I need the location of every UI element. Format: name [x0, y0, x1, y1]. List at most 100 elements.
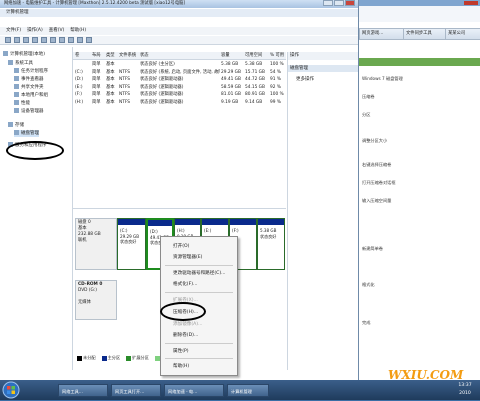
col-pct[interactable]: % 可用: [270, 52, 284, 59]
actions-section-disk-management[interactable]: 磁盘管理: [288, 65, 358, 72]
col-fs[interactable]: 文件系统: [119, 52, 136, 59]
device-icon: [14, 108, 19, 113]
tree-item-event-viewer[interactable]: 事件查看器: [14, 76, 44, 83]
tree-item-task-scheduler[interactable]: 任务计划程序: [14, 68, 48, 75]
tree-item-system-tools[interactable]: 系统工具: [8, 60, 33, 67]
menu-help[interactable]: 帮助(H): [70, 27, 86, 35]
background-green-bar: [358, 58, 480, 66]
tree-item-disk-management[interactable]: 磁盘管理: [14, 130, 39, 137]
volume-row[interactable]: (E:) 简单 基本 NTFS 状态良好 (逻辑驱动器) 58.59 GB 54…: [73, 84, 286, 92]
taskbar-app-2[interactable]: 网页工具打开…: [111, 384, 161, 397]
back-icon[interactable]: [5, 37, 11, 43]
tree-item-shared-folders[interactable]: 共享文件夹: [14, 84, 44, 91]
settings-icon[interactable]: [86, 37, 92, 43]
minimize-button[interactable]: [323, 0, 333, 6]
cdrom-label[interactable]: CD-ROM 0 DVD (G:) 无媒体: [75, 280, 117, 320]
browser-tab-3[interactable]: 某某公司: [445, 28, 480, 40]
menu-item-explore[interactable]: 资源管理器(E): [173, 254, 202, 260]
volume-free: 44.72 GB: [245, 77, 265, 82]
tree-root[interactable]: 计算机管理(本地): [3, 51, 45, 58]
tree-item-performance[interactable]: 性能: [14, 100, 30, 107]
tree-label: 任务计划程序: [21, 69, 48, 74]
taskbar-app-3[interactable]: 网络加速 - 电…: [164, 384, 224, 397]
volume-status: 状态良好 (逻辑驱动器): [140, 99, 184, 105]
properties-icon[interactable]: [50, 37, 56, 43]
volume-row[interactable]: (H:) 简单 基本 NTFS 状态良好 (逻辑驱动器) 9.19 GB 9.1…: [73, 99, 286, 107]
tree-label: 事件查看器: [21, 77, 44, 82]
menu-file[interactable]: 文件(F): [6, 27, 21, 35]
col-capacity[interactable]: 容量: [221, 52, 230, 59]
more-actions-link[interactable]: 更多操作: [296, 76, 314, 83]
export-icon[interactable]: [77, 37, 83, 43]
col-free[interactable]: 可用空间: [245, 52, 262, 59]
volume-fs: NTFS: [119, 99, 130, 105]
legend-label: 未分配: [83, 355, 96, 360]
menu-item-add-mirror[interactable]: 添加镜像(A)...: [173, 321, 202, 327]
menu-item-delete-volume[interactable]: 删除卷(D)...: [173, 332, 198, 338]
col-type[interactable]: 类型: [106, 52, 115, 59]
tools-icon: [8, 60, 13, 65]
bg-text-line: 格式化: [362, 282, 375, 287]
partition-bar: [175, 219, 200, 225]
tree-root-label: 计算机管理(本地): [10, 52, 46, 57]
menu-item-extend-volume[interactable]: 扩展卷(X)...: [173, 297, 198, 303]
volume-layout: 简单: [92, 62, 101, 67]
storage-icon: [8, 122, 13, 127]
volume-status: 状态良好 (逻辑驱动器): [140, 84, 184, 90]
help-icon[interactable]: [41, 37, 47, 43]
bg-text-line: 调整分区大小: [362, 138, 388, 143]
volume-status: 状态良好 (逻辑驱动器): [140, 92, 184, 97]
tree-item-storage[interactable]: 存储: [8, 122, 24, 129]
maximize-button[interactable]: [334, 0, 344, 6]
volume-free: 9.14 GB: [245, 99, 263, 105]
actions-pane: 操作 磁盘管理 更多操作: [287, 52, 358, 370]
legend-swatch: [126, 355, 132, 361]
legend-item: 扩展分区: [126, 354, 149, 362]
menu-view[interactable]: 查看(V): [49, 27, 65, 35]
bg-text-line: 右键选择压缩卷: [362, 162, 392, 167]
volume-row[interactable]: (C:) 简单 基本 NTFS 状态良好 (系统, 启动, 页面文件, 活动, …: [73, 69, 286, 77]
col-volume[interactable]: 卷: [75, 52, 79, 59]
volume-row[interactable]: 简单 基本 状态良好 (主分区) 5.38 GB 5.38 GB 100 %: [73, 61, 286, 69]
menu-item-properties[interactable]: 属性(P): [173, 348, 189, 354]
taskbar-app-1[interactable]: 网络工具…: [58, 384, 108, 397]
tree-label: 磁盘管理: [21, 131, 39, 136]
refresh-icon[interactable]: [59, 37, 65, 43]
delete-icon[interactable]: [68, 37, 74, 43]
legend-swatch: [77, 355, 82, 361]
volume-row[interactable]: (D:) 简单 基本 NTFS 状态良好 (逻辑驱动器) 49.41 GB 44…: [73, 76, 286, 84]
show-tree-icon[interactable]: [32, 37, 38, 43]
system-clock[interactable]: 13:37 2010: [452, 382, 478, 398]
menu-action[interactable]: 操作(A): [27, 27, 43, 35]
users-icon: [14, 92, 19, 97]
tree-item-services[interactable]: 服务和应用程序: [8, 142, 47, 149]
col-layout[interactable]: 布局: [92, 52, 101, 59]
tree-label: 存储: [15, 123, 24, 128]
menu-item-open[interactable]: 打开(O): [173, 243, 189, 249]
close-button[interactable]: [345, 0, 355, 6]
menu-separator: [165, 358, 233, 359]
forward-icon[interactable]: [14, 37, 20, 43]
bg-text-line: 分区: [362, 112, 371, 117]
browser-tab-2[interactable]: 文件同步工具: [403, 28, 447, 40]
start-button[interactable]: [0, 381, 22, 399]
volume-type: 基本: [106, 77, 115, 82]
menu-separator: [165, 343, 233, 344]
browser-tab-1[interactable]: 网页游戏…: [359, 28, 405, 40]
up-icon[interactable]: [23, 37, 29, 43]
tree-item-local-users[interactable]: 本地用户和组: [14, 92, 48, 99]
menu-item-format[interactable]: 格式化(F)...: [173, 281, 197, 287]
col-status[interactable]: 状态: [140, 52, 149, 59]
volume-row[interactable]: (F:) 简单 基本 NTFS 状态良好 (逻辑驱动器) 81.01 GB 80…: [73, 91, 286, 99]
volume-status: 状态良好 (逻辑驱动器): [140, 77, 184, 82]
menu-item-change-drive-letter[interactable]: 更改驱动器号和路径(C)...: [173, 270, 226, 276]
partition-c[interactable]: (C:) 29.29 GB 状态良好: [117, 218, 146, 270]
tree-item-device-manager[interactable]: 设备管理器: [14, 108, 44, 115]
partition-unlabeled[interactable]: 5.38 GB 状态良好: [257, 218, 285, 270]
volume-fs: NTFS: [119, 69, 130, 75]
menu-item-help[interactable]: 帮助(H): [173, 363, 189, 369]
menu-item-shrink-volume[interactable]: 压缩卷(H)...: [173, 309, 198, 315]
taskbar-app-computer-management[interactable]: 计算机管理: [227, 384, 269, 397]
disk0-label[interactable]: 磁盘 0 基本 232.88 GB 联机: [75, 218, 117, 270]
background-close-button[interactable]: [464, 1, 478, 5]
